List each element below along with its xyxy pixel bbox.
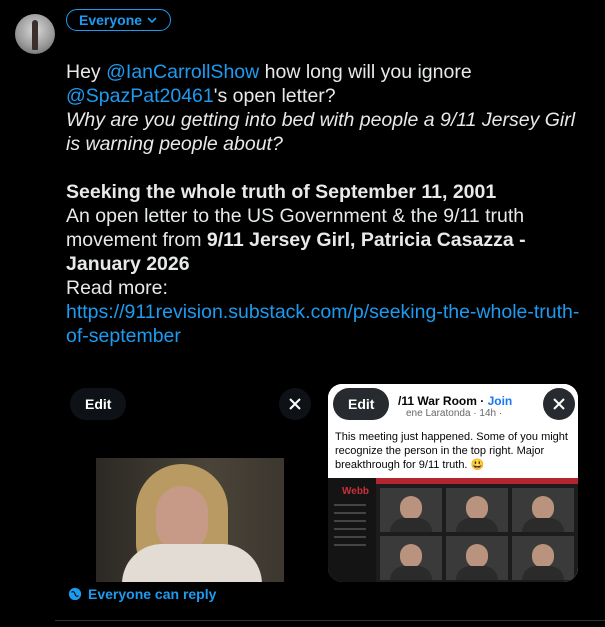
group-name: /11 War Room · [398,394,488,408]
participant-tile [380,488,442,532]
attached-image-1 [96,458,284,582]
participant-tile [446,536,508,580]
remove-media-2-button[interactable] [543,388,575,420]
participant-tile [512,488,574,532]
read-more-label: Read more: [66,277,168,299]
participant-tile [380,536,442,580]
app-name: Webb [342,486,370,497]
chevron-down-icon [147,17,157,24]
avatar[interactable] [15,14,55,54]
globe-icon [68,587,82,601]
reply-setting-label: Everyone can reply [88,586,217,602]
article-link[interactable]: https://911revision.substack.com/p/seeki… [66,300,586,348]
text-segment: how long will you ignore [259,61,472,83]
group-title: /11 War Room · Join [398,394,512,408]
mention-link[interactable]: @IanCarrollShow [106,61,259,83]
post-author: ene Laratonda · 14h · [406,408,503,419]
remove-media-1-button[interactable] [279,388,311,420]
participant-tile [446,488,508,532]
edit-label: Edit [348,396,375,412]
edit-media-2-button[interactable]: Edit [333,388,390,420]
video-call-grid: Webb [328,478,578,582]
join-link: Join [487,394,513,408]
edit-media-1-button[interactable]: Edit [70,388,127,420]
close-icon [553,398,565,410]
reply-settings-button[interactable]: Everyone can reply [68,586,216,602]
post-text: This meeting just happened. Some of you … [335,431,568,471]
mention-link[interactable]: @SpazPat20461 [66,85,214,107]
close-icon [289,398,301,410]
audience-label: Everyone [79,12,143,28]
divider [55,620,605,621]
tweet-text[interactable]: Hey @IanCarrollShow how long will you ig… [66,60,586,348]
letter-heading: Seeking the whole truth of September 11,… [66,181,497,203]
text-segment: 's open letter? [213,85,336,107]
italic-question: Why are you getting into bed with people… [66,109,576,155]
text-segment: Hey [66,61,107,83]
participant-tile [512,536,574,580]
edit-label: Edit [85,396,112,412]
audience-selector[interactable]: Everyone [66,9,172,31]
